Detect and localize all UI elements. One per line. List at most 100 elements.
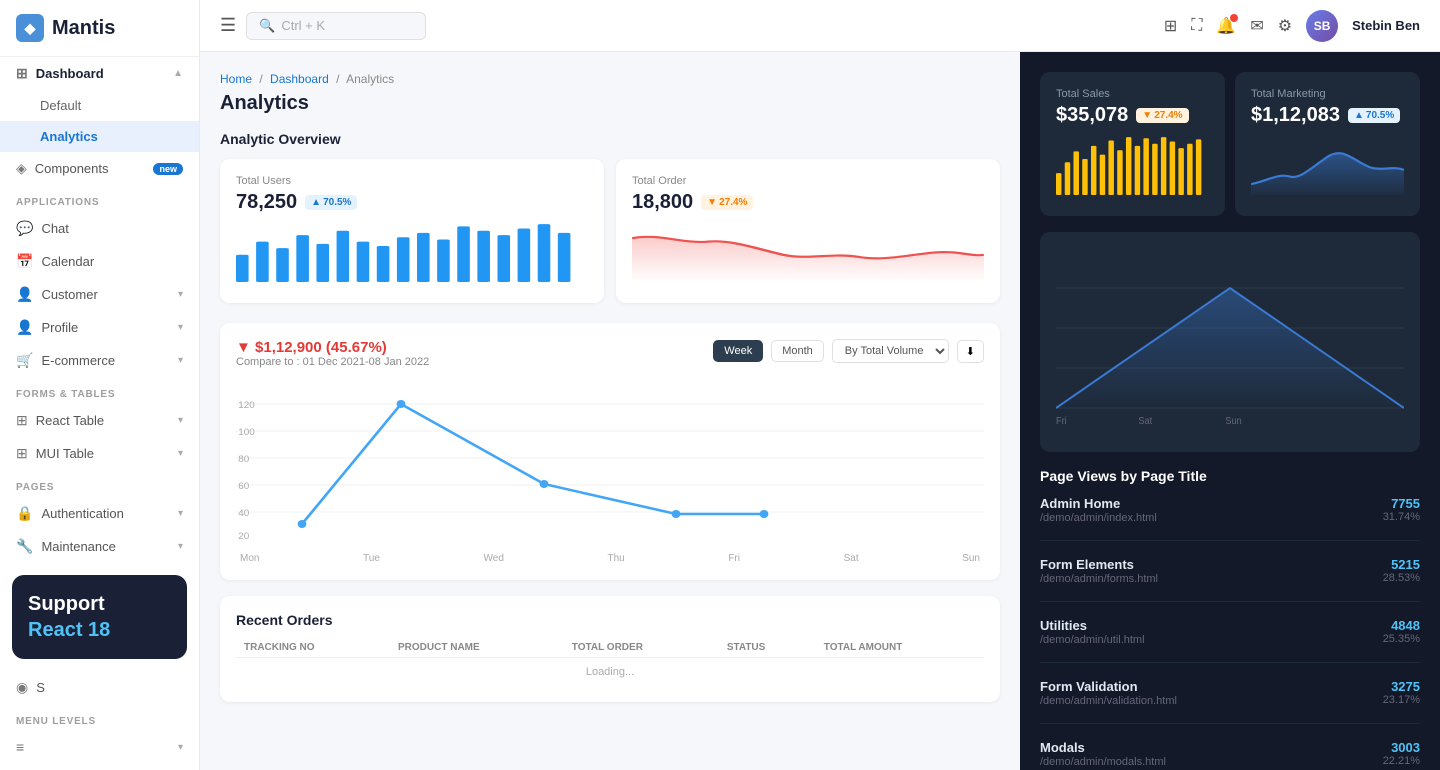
analytic-overview-title: Analytic Overview <box>220 131 1000 147</box>
calendar-icon: 📅 <box>16 253 33 270</box>
stat-badge-marketing: ▲ 70.5% <box>1348 108 1400 123</box>
sidebar-item-dashboard[interactable]: ⊞ Dashboard ▲ <box>0 57 199 90</box>
breadcrumb-sep2: / <box>336 72 339 86</box>
breadcrumb-home[interactable]: Home <box>220 72 252 86</box>
breadcrumb-dashboard[interactable]: Dashboard <box>270 72 329 86</box>
stat-row-order: 18,800 ▼ 27.4% <box>632 191 984 214</box>
marketing-area-chart <box>1251 135 1404 195</box>
income-chart: 120 100 80 60 40 20 <box>236 384 984 544</box>
stat-row-users: 78,250 ▲ 70.5% <box>236 191 588 214</box>
download-button[interactable]: ⬇ <box>957 340 984 363</box>
notification-icon[interactable]: 🔔 <box>1216 16 1236 36</box>
sidebar-item-calendar[interactable]: 📅 Calendar <box>0 245 199 278</box>
chevron-down-icon-profile: ▾ <box>178 322 183 333</box>
sales-bar-chart <box>1056 135 1209 195</box>
sidebar-item-chat[interactable]: 💬 Chat <box>0 212 199 245</box>
chart-controls: Week Month By Total Volume ⬇ <box>713 339 984 363</box>
chevron-up-icon: ▲ <box>173 68 183 79</box>
search-bar[interactable]: 🔍 Ctrl + K <box>246 12 426 40</box>
stat-label-sales: Total Sales <box>1056 88 1209 100</box>
apps-icon[interactable]: ⊞ <box>1164 16 1177 36</box>
svg-text:120: 120 <box>238 400 255 410</box>
topbar-right: ⊞ ⛶ 🔔 ✉ ⚙ SB Stebin Ben <box>1164 10 1420 42</box>
customer-icon: 👤 <box>16 286 33 303</box>
pv-name-0: Admin Home <box>1040 496 1157 511</box>
sidebar: ◆ Mantis ⊞ Dashboard ▲ Default Analytics… <box>0 0 200 770</box>
month-button[interactable]: Month <box>771 340 824 362</box>
avatar[interactable]: SB <box>1306 10 1338 42</box>
sidebar-label-calendar: Calendar <box>41 254 94 269</box>
sidebar-item-menu-levels[interactable]: ≡ ▾ <box>0 731 199 763</box>
dark-stat-cards-row: Total Sales $35,078 ▼ 27.4% <box>1040 72 1420 216</box>
app-logo[interactable]: ◆ Mantis <box>0 0 199 57</box>
col-status: STATUS <box>719 638 816 658</box>
pv-item-4: Modals /demo/admin/modals.html 3003 22.2… <box>1040 740 1420 768</box>
sidebar-item-analytics[interactable]: Analytics <box>0 121 199 152</box>
pv-name-3: Form Validation <box>1040 679 1177 694</box>
content-wrapper: Home / Dashboard / Analytics Analytics A… <box>200 52 1440 770</box>
stat-row-marketing: $1,12,083 ▲ 70.5% <box>1251 104 1404 127</box>
dashboard-icon: ⊞ <box>16 65 28 82</box>
sidebar-item-profile[interactable]: 👤 Profile ▾ <box>0 311 199 344</box>
settings-icon[interactable]: ⚙ <box>1278 16 1292 36</box>
pv-left-2: Utilities /demo/admin/util.html <box>1040 618 1145 646</box>
sidebar-item-other1[interactable]: ◉ S <box>0 671 199 704</box>
analytic-overview-dark: Total Sales $35,078 ▼ 27.4% <box>1040 72 1420 216</box>
auth-icon: 🔒 <box>16 505 33 522</box>
pv-pct-4: 22.21% <box>1383 755 1420 767</box>
sidebar-item-react-table[interactable]: ⊞ React Table ▾ <box>0 404 199 437</box>
pv-pct-0: 31.74% <box>1383 511 1420 523</box>
svg-text:Fri: Fri <box>1056 416 1067 427</box>
income-compare: Compare to : 01 Dec 2021-08 Jan 2022 <box>236 356 429 368</box>
x-label-fri: Fri <box>728 553 740 564</box>
orders-table: TRACKING NO PRODUCT NAME TOTAL ORDER STA… <box>236 638 984 686</box>
sidebar-item-components[interactable]: ◈ Components new <box>0 152 199 185</box>
sidebar-item-maintenance[interactable]: 🔧 Maintenance ▾ <box>0 530 199 563</box>
other-icon: ◉ <box>16 679 28 696</box>
pv-left-4: Modals /demo/admin/modals.html <box>1040 740 1166 768</box>
pv-right-4: 3003 22.21% <box>1383 740 1420 767</box>
menu-levels-icon: ≡ <box>16 739 24 755</box>
chevron-down-icon-mt: ▾ <box>178 448 183 459</box>
sidebar-item-authentication[interactable]: 🔒 Authentication ▾ <box>0 497 199 530</box>
income-amount: ▼ $1,12,900 (45.67%) <box>236 339 429 356</box>
content-right: Total Sales $35,078 ▼ 27.4% <box>1020 52 1440 770</box>
pv-left-1: Form Elements /demo/admin/forms.html <box>1040 557 1158 585</box>
pv-count-2: 4848 <box>1383 618 1420 633</box>
breadcrumb-sep1: / <box>259 72 262 86</box>
mail-icon[interactable]: ✉ <box>1250 16 1263 36</box>
sidebar-item-customer[interactable]: 👤 Customer ▾ <box>0 278 199 311</box>
income-overview-section: ▼ $1,12,900 (45.67%) Compare to : 01 Dec… <box>220 323 1000 580</box>
stat-badge-sales: ▼ 27.4% <box>1136 108 1188 123</box>
pv-left-0: Admin Home /demo/admin/index.html <box>1040 496 1157 524</box>
new-badge: new <box>153 163 183 175</box>
pv-url-1: /demo/admin/forms.html <box>1040 573 1158 585</box>
pv-url-0: /demo/admin/index.html <box>1040 512 1157 524</box>
support-badge[interactable]: Support React 18 <box>12 575 187 659</box>
sidebar-label-auth: Authentication <box>41 506 123 521</box>
sidebar-label-maintenance: Maintenance <box>41 539 115 554</box>
hamburger-icon[interactable]: ☰ <box>220 15 236 36</box>
svg-text:Sat: Sat <box>1138 416 1152 427</box>
pv-name-4: Modals <box>1040 740 1166 755</box>
pv-count-4: 3003 <box>1383 740 1420 755</box>
sidebar-item-default[interactable]: Default <box>0 90 199 121</box>
pv-item-3: Form Validation /demo/admin/validation.h… <box>1040 679 1420 707</box>
svg-text:60: 60 <box>238 481 249 491</box>
chevron-down-icon: ▾ <box>178 289 183 300</box>
week-button[interactable]: Week <box>713 340 763 362</box>
stat-row-sales: $35,078 ▼ 27.4% <box>1056 104 1209 127</box>
fullscreen-icon[interactable]: ⛶ <box>1191 17 1202 35</box>
content-left: Home / Dashboard / Analytics Analytics A… <box>200 52 1020 770</box>
topbar: ☰ 🔍 Ctrl + K ⊞ ⛶ 🔔 ✉ ⚙ SB Stebin Ben <box>200 0 1440 52</box>
sidebar-item-ecommerce[interactable]: 🛒 E-commerce ▾ <box>0 344 199 377</box>
page-views-list: Admin Home /demo/admin/index.html 7755 3… <box>1040 496 1420 768</box>
search-icon: 🔍 <box>259 18 275 34</box>
section-applications: Applications <box>0 185 199 212</box>
pv-url-4: /demo/admin/modals.html <box>1040 756 1166 768</box>
pv-count-1: 5215 <box>1383 557 1420 572</box>
sidebar-item-mui-table[interactable]: ⊞ MUI Table ▾ <box>0 437 199 470</box>
volume-select[interactable]: By Total Volume <box>832 339 949 363</box>
sidebar-label-react-table: React Table <box>36 413 104 428</box>
user-name: Stebin Ben <box>1352 18 1420 33</box>
